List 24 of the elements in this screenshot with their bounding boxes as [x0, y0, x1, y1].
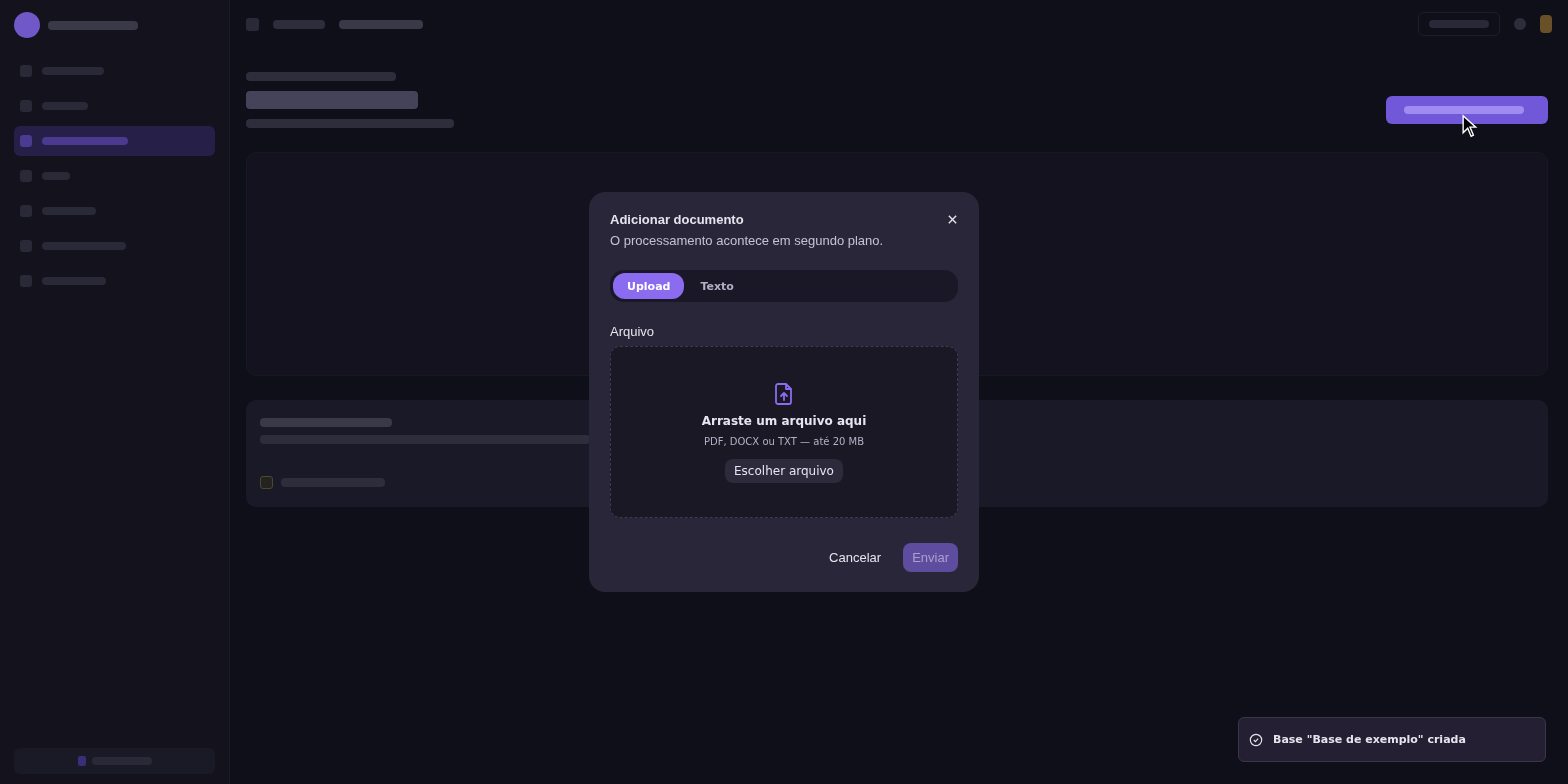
blurred-text — [273, 19, 325, 29]
dialog-title: Adicionar documento — [610, 212, 744, 227]
add-document-button[interactable] — [1386, 96, 1548, 124]
credits-badge[interactable] — [14, 748, 215, 774]
choose-file-button[interactable]: Escolher arquivo — [725, 458, 843, 483]
avatar-icon[interactable] — [1540, 15, 1552, 33]
dialog-description: O processamento acontece em segundo plano. — [610, 233, 885, 248]
workspace-logo-icon — [14, 12, 40, 38]
agent-checkbox[interactable] — [260, 476, 273, 489]
drop-title: Arraste um arquivo aqui — [701, 413, 867, 428]
close-icon[interactable] — [947, 214, 958, 225]
field-label: Arquivo — [610, 324, 656, 339]
theme-icon[interactable] — [1514, 18, 1526, 30]
toast-message: Base "Base de exemplo" criada — [1273, 733, 1466, 746]
sidebar-item[interactable] — [14, 126, 215, 156]
drop-hint: PDF, DOCX ou TXT — até 20 MB — [703, 435, 865, 447]
cancel-button[interactable]: Cancelar — [823, 549, 888, 566]
tab[interactable]: Upload — [613, 273, 685, 299]
file-drop-zone[interactable]: Arraste um arquivo aqui PDF, DOCX ou TXT — até 20 MB Escolher arquivo — [610, 346, 958, 518]
tab[interactable]: Texto — [686, 273, 748, 299]
mouse-cursor-icon — [1462, 114, 1478, 138]
sidebar-toggle-icon[interactable] — [246, 17, 259, 31]
check-circle-icon — [1249, 732, 1263, 747]
search-button[interactable] — [1418, 12, 1500, 36]
